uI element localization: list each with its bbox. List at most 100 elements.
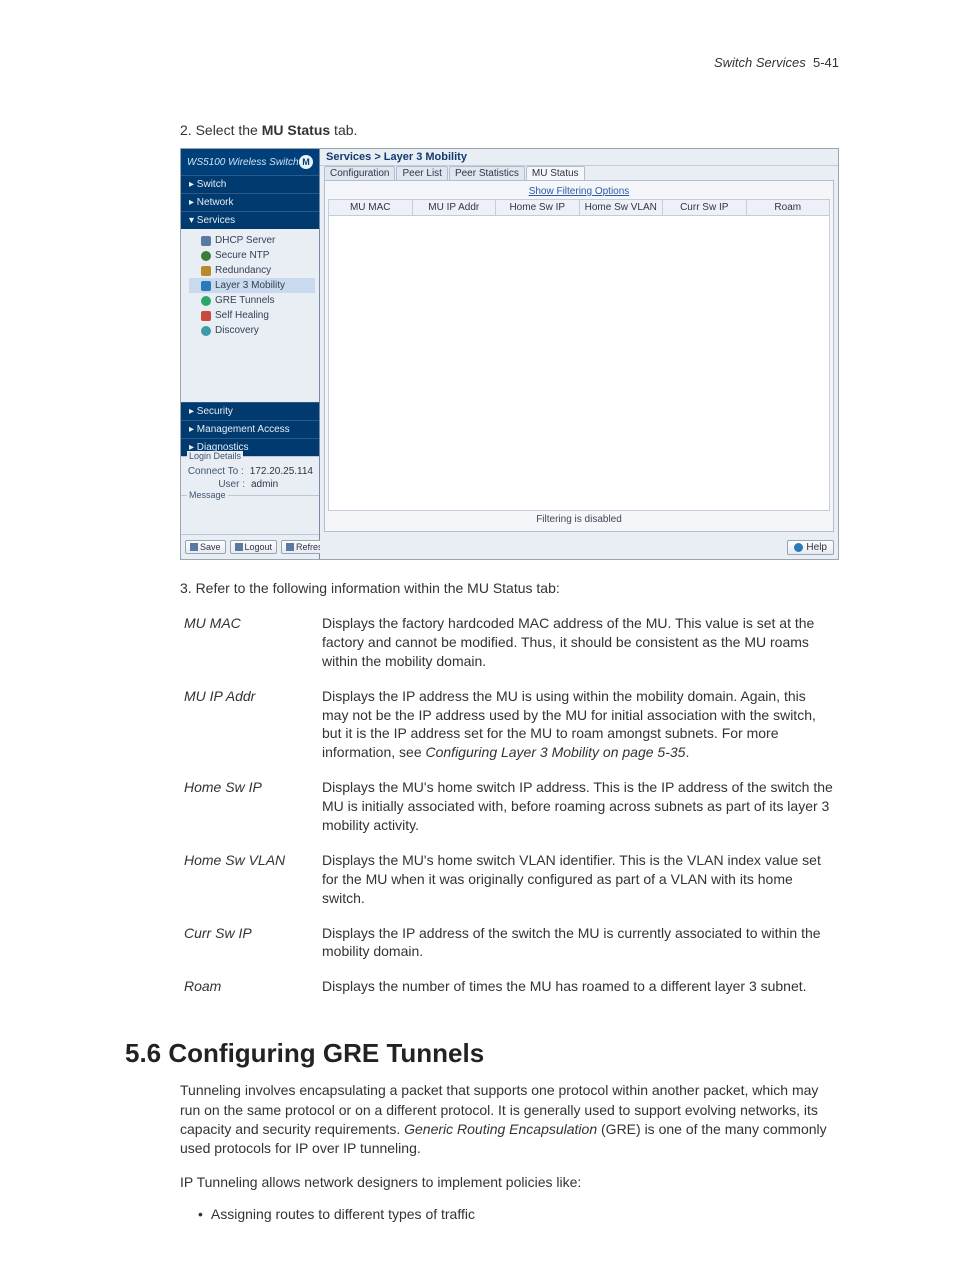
sidebar-services-children: DHCP Server Secure NTP Redundancy Layer …	[181, 229, 319, 402]
grid-body	[328, 216, 830, 511]
col-roam[interactable]: Roam	[747, 200, 830, 215]
term-home-sw-ip: Home Sw IP	[180, 770, 318, 843]
sidebar-child-label: GRE Tunnels	[215, 295, 274, 306]
col-mu-mac[interactable]: MU MAC	[329, 200, 413, 215]
discovery-icon	[201, 326, 211, 336]
login-user-label: User :	[187, 479, 245, 490]
logo-icon: M	[299, 155, 313, 169]
page-header: Switch Services 5-41	[125, 55, 839, 70]
save-label: Save	[200, 542, 221, 552]
step-2: 2. Select the MU Status tab.	[180, 122, 839, 138]
dhcp-icon	[201, 236, 211, 246]
save-icon	[190, 543, 198, 551]
heal-icon	[201, 311, 211, 321]
desc-home-sw-ip: Displays the MU's home switch IP address…	[318, 770, 839, 843]
table-row: MU MAC Displays the factory hardcoded MA…	[180, 606, 839, 679]
tab-peer-list[interactable]: Peer List	[396, 166, 447, 180]
term-mu-ip: MU IP Addr	[180, 679, 318, 771]
bullet-1-text: Assigning routes to different types of t…	[211, 1206, 475, 1222]
step-2-bold: MU Status	[262, 122, 330, 138]
table-row: Home Sw VLAN Displays the MU's home swit…	[180, 843, 839, 916]
sidebar-child-label: Self Healing	[215, 310, 269, 321]
sidebar-item-security[interactable]: ▸ Security	[181, 402, 319, 420]
sidebar-item-switch[interactable]: ▸ Switch	[181, 175, 319, 193]
help-button[interactable]: Help	[787, 540, 834, 555]
desc-mu-ip: Displays the IP address the MU is using …	[318, 679, 839, 771]
term-roam: Roam	[180, 969, 318, 1004]
term-mu-mac: MU MAC	[180, 606, 318, 679]
sidebar-item-mgmt[interactable]: ▸ Management Access	[181, 420, 319, 438]
header-pagenum: 5-41	[813, 55, 839, 70]
step-2-prefix: 2. Select the	[180, 122, 262, 138]
section-heading: 5.6 Configuring GRE Tunnels	[125, 1038, 839, 1069]
sidebar-child-redundancy[interactable]: Redundancy	[189, 263, 315, 278]
breadcrumb: Services > Layer 3 Mobility	[320, 149, 838, 166]
sidebar-buttons: Save Logout Refresh	[181, 534, 319, 559]
login-legend: Login Details	[187, 451, 243, 461]
sidebar-child-label: Secure NTP	[215, 250, 269, 261]
message-legend: Message	[187, 490, 228, 500]
header-chapter: Switch Services	[714, 55, 806, 70]
help-icon	[794, 543, 803, 552]
login-connect-label: Connect To :	[187, 466, 244, 477]
tab-panel: Show Filtering Options MU MAC MU IP Addr…	[324, 180, 834, 532]
tunnel-icon	[201, 296, 211, 306]
desc-home-sw-vlan: Displays the MU's home switch VLAN ident…	[318, 843, 839, 916]
section-p1-em: Generic Routing Encapsulation	[404, 1121, 597, 1137]
sidebar-child-l3mobility[interactable]: Layer 3 Mobility	[189, 278, 315, 293]
logout-icon	[235, 543, 243, 551]
table-row: Home Sw IP Displays the MU's home switch…	[180, 770, 839, 843]
sidebar-child-gre[interactable]: GRE Tunnels	[189, 293, 315, 308]
sidebar-item-network[interactable]: ▸ Network	[181, 193, 319, 211]
table-row: Curr Sw IP Displays the IP address of th…	[180, 916, 839, 970]
desc-curr-sw-ip: Displays the IP address of the switch th…	[318, 916, 839, 970]
clock-icon	[201, 251, 211, 261]
logout-button[interactable]: Logout	[230, 540, 278, 554]
sidebar-child-discovery[interactable]: Discovery	[189, 323, 315, 338]
sidebar-title-text: WS5100 Wireless Switch	[187, 157, 299, 168]
definition-table: MU MAC Displays the factory hardcoded MA…	[180, 606, 839, 1004]
sidebar-child-ntp[interactable]: Secure NTP	[189, 248, 315, 263]
term-home-sw-vlan: Home Sw VLAN	[180, 843, 318, 916]
redundancy-icon	[201, 266, 211, 276]
message-block: Message	[181, 495, 319, 534]
login-connect-val: 172.20.25.114	[250, 466, 313, 477]
col-curr-sw-ip[interactable]: Curr Sw IP	[663, 200, 747, 215]
grid-header: MU MAC MU IP Addr Home Sw IP Home Sw VLA…	[328, 199, 830, 216]
mobility-icon	[201, 281, 211, 291]
desc-mu-ip-post: .	[685, 744, 689, 760]
sidebar-item-services[interactable]: ▾ Services	[181, 211, 319, 229]
col-home-sw-vlan[interactable]: Home Sw VLAN	[580, 200, 664, 215]
sidebar-child-label: DHCP Server	[215, 235, 275, 246]
bullet-1: • Assigning routes to different types of…	[198, 1206, 839, 1222]
sidebar-child-label: Discovery	[215, 325, 259, 336]
table-row: Roam Displays the number of times the MU…	[180, 969, 839, 1004]
section-p2: IP Tunneling allows network designers to…	[180, 1173, 839, 1192]
tabs: Configuration Peer List Peer Statistics …	[320, 166, 838, 180]
logout-label: Logout	[245, 542, 273, 552]
col-home-sw-ip[interactable]: Home Sw IP	[496, 200, 580, 215]
step-3: 3. Refer to the following information wi…	[180, 580, 839, 596]
section-p1: Tunneling involves encapsulating a packe…	[180, 1081, 839, 1158]
term-curr-sw-ip: Curr Sw IP	[180, 916, 318, 970]
desc-mu-mac: Displays the factory hardcoded MAC addre…	[318, 606, 839, 679]
save-button[interactable]: Save	[185, 540, 226, 554]
sidebar: WS5100 Wireless Switch M ▸ Switch ▸ Netw…	[181, 149, 320, 559]
step-2-suffix: tab.	[330, 122, 357, 138]
show-filter-link[interactable]: Show Filtering Options	[328, 184, 830, 199]
col-mu-ip[interactable]: MU IP Addr	[413, 200, 497, 215]
sidebar-child-selfheal[interactable]: Self Healing	[189, 308, 315, 323]
filter-status: Filtering is disabled	[328, 511, 830, 528]
screenshot-figure: WS5100 Wireless Switch M ▸ Switch ▸ Netw…	[180, 148, 839, 560]
main-panel: Services > Layer 3 Mobility Configuratio…	[320, 149, 838, 559]
sidebar-child-dhcp[interactable]: DHCP Server	[189, 233, 315, 248]
table-row: MU IP Addr Displays the IP address the M…	[180, 679, 839, 771]
tab-mu-status[interactable]: MU Status	[526, 166, 585, 180]
sidebar-child-label: Layer 3 Mobility	[215, 280, 285, 291]
tab-peer-stats[interactable]: Peer Statistics	[449, 166, 525, 180]
tab-configuration[interactable]: Configuration	[324, 166, 395, 180]
help-label: Help	[806, 542, 827, 553]
refresh-icon	[286, 543, 294, 551]
desc-mu-ip-ref: Configuring Layer 3 Mobility on page 5-3…	[426, 744, 686, 760]
sidebar-title: WS5100 Wireless Switch M	[181, 149, 319, 175]
